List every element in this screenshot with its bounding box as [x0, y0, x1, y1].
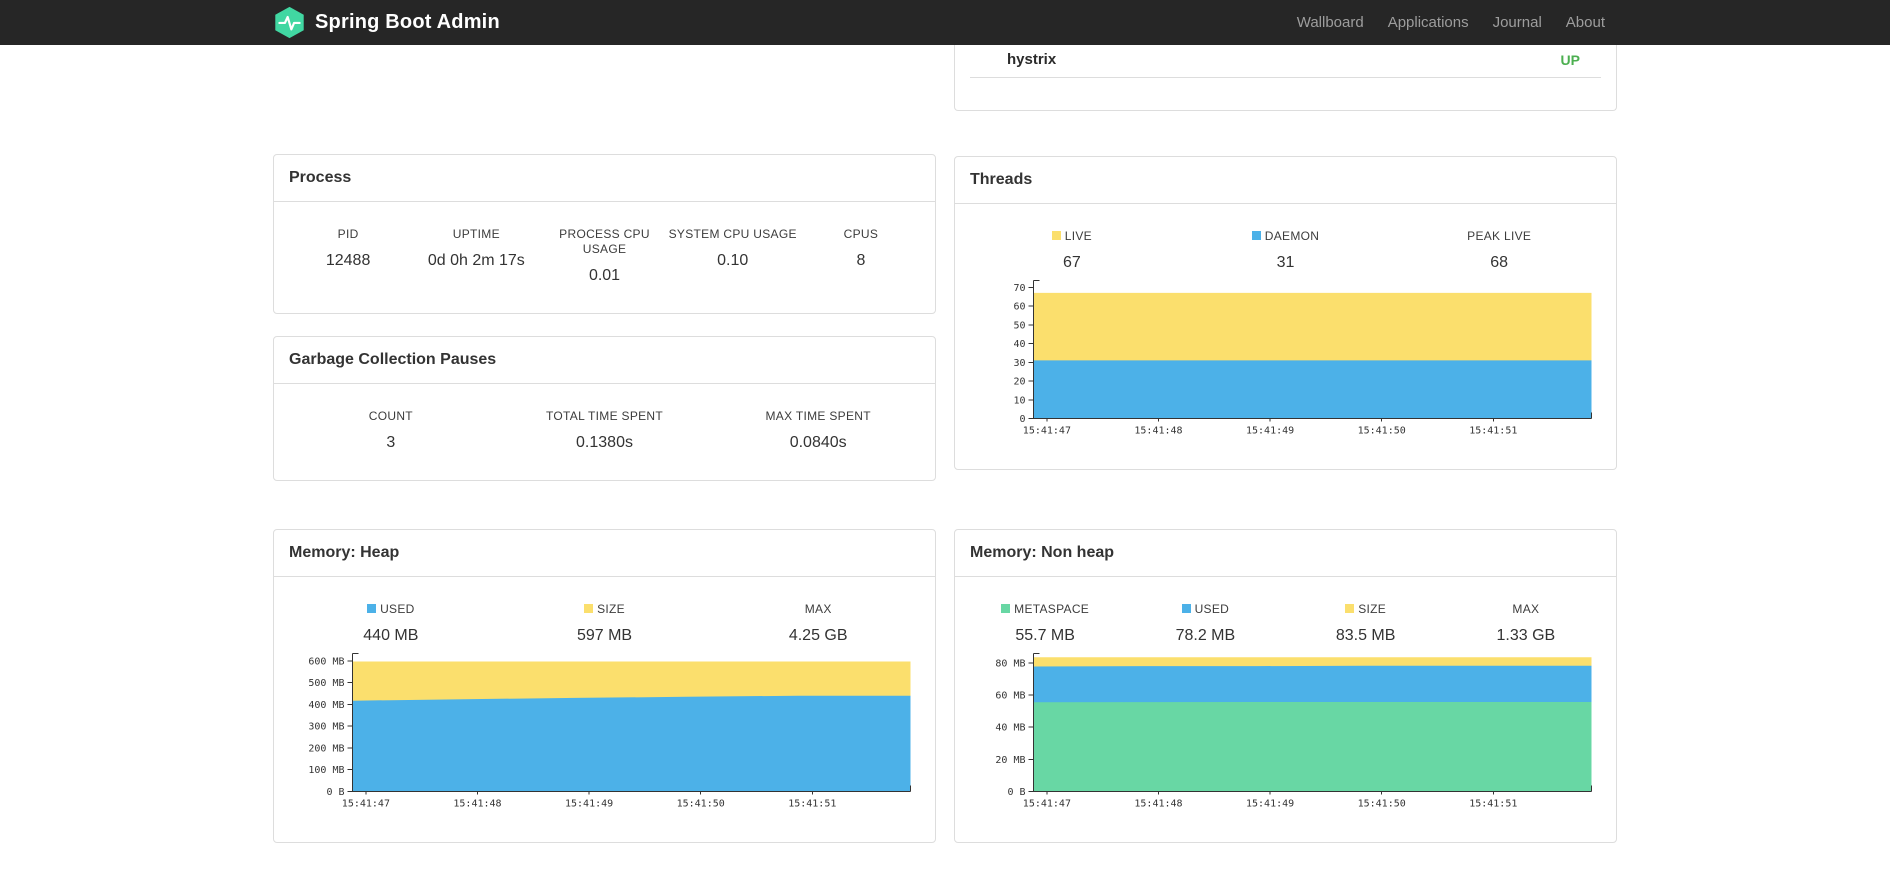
stat-system-cpu-usage: SYSTEM CPU USAGE 0.10	[668, 227, 797, 269]
legend-item-nonheap-used: USED 78.2 MB	[1175, 602, 1236, 644]
svg-text:500 MB: 500 MB	[308, 678, 344, 689]
svg-text:15:41:50: 15:41:50	[1358, 426, 1406, 437]
svg-text:15:41:49: 15:41:49	[565, 799, 613, 810]
legend-item-nonheap-max: MAX 1.33 GB	[1496, 602, 1556, 644]
svg-text:15:41:49: 15:41:49	[1246, 426, 1294, 437]
stat-process-cpu-usage: PROCESS CPU USAGE 0.01	[559, 227, 650, 284]
application-row: hystrix UP	[970, 45, 1601, 78]
legend-item-daemon: DAEMON 31	[1179, 229, 1393, 272]
memory-heap-panel: Memory: Heap USED 440 MB SIZE 597 MB MAX…	[273, 529, 936, 843]
svg-text:0 B: 0 B	[326, 787, 344, 798]
nav-item-journal[interactable]: Journal	[1481, 0, 1554, 45]
nonheap-column: Memory: Non heap METASPACE 55.7 MB USED …	[954, 529, 1617, 843]
svg-text:100 MB: 100 MB	[308, 765, 344, 776]
svg-text:15:41:47: 15:41:47	[342, 799, 390, 810]
gc-stats: COUNT 3 TOTAL TIME SPENT 0.1380s MAX TIM…	[274, 384, 935, 480]
heap-legend: USED 440 MB SIZE 597 MB MAX 4.25 GB	[274, 577, 935, 645]
spring-boot-admin-logo-icon	[275, 6, 304, 39]
svg-text:60: 60	[1013, 302, 1025, 313]
right-column: hystrix UP Threads LIVE 67 DAEMON 31 PEA…	[954, 45, 1617, 481]
svg-text:15:41:47: 15:41:47	[1023, 799, 1071, 810]
process-panel-title: Process	[274, 155, 935, 202]
process-panel: Process PID 12488 UPTIME 0d 0h 2m 17s PR…	[273, 154, 936, 314]
svg-text:20 MB: 20 MB	[995, 755, 1025, 766]
svg-text:40: 40	[1013, 339, 1025, 350]
svg-text:15:41:48: 15:41:48	[453, 799, 501, 810]
svg-text:0 B: 0 B	[1007, 787, 1025, 798]
stat-cpus: CPUS 8	[843, 227, 879, 269]
memory-nonheap-panel: Memory: Non heap METASPACE 55.7 MB USED …	[954, 529, 1617, 843]
svg-text:15:41:47: 15:41:47	[1023, 426, 1071, 437]
svg-text:300 MB: 300 MB	[308, 722, 344, 733]
application-name-link[interactable]: hystrix	[1007, 51, 1056, 68]
stat-pid: PID 12488	[325, 227, 371, 269]
svg-text:20: 20	[1013, 377, 1025, 388]
svg-text:70: 70	[1013, 283, 1025, 294]
heap-chart: 0 B 100 MB 200 MB 300 MB 400 MB 500 MB 600 MB 1…	[274, 645, 935, 842]
nav-item-applications[interactable]: Applications	[1376, 0, 1481, 45]
gc-panel-title: Garbage Collection Pauses	[274, 337, 935, 384]
svg-text:15:41:48: 15:41:48	[1134, 799, 1182, 810]
svg-text:30: 30	[1013, 358, 1025, 369]
stat-gc-max-time: MAX TIME SPENT 0.0840s	[765, 409, 871, 451]
svg-text:60 MB: 60 MB	[995, 691, 1025, 702]
svg-text:80 MB: 80 MB	[995, 658, 1025, 669]
nonheap-legend: METASPACE 55.7 MB USED 78.2 MB SIZE 83.5…	[955, 577, 1616, 645]
svg-text:400 MB: 400 MB	[308, 700, 344, 711]
legend-item-heap-used: USED 440 MB	[363, 602, 419, 644]
legend-swatch-live	[1051, 231, 1061, 240]
nonheap-panel-title: Memory: Non heap	[955, 530, 1616, 577]
stat-gc-total-time: TOTAL TIME SPENT 0.1380s	[545, 409, 664, 451]
svg-text:15:41:50: 15:41:50	[1358, 799, 1406, 810]
svg-text:15:41:51: 15:41:51	[1469, 799, 1517, 810]
legend-item-metaspace: METASPACE 55.7 MB	[965, 602, 1125, 645]
heap-panel-title: Memory: Heap	[274, 530, 935, 577]
left-column: Process PID 12488 UPTIME 0d 0h 2m 17s PR…	[273, 45, 936, 481]
process-stats: PID 12488 UPTIME 0d 0h 2m 17s PROCESS CP…	[274, 202, 935, 313]
legend-swatch-nonheap-used	[1181, 604, 1191, 613]
heap-column: Memory: Heap USED 440 MB SIZE 597 MB MAX…	[273, 529, 936, 843]
stat-gc-count: COUNT 3	[368, 409, 413, 451]
threads-legend: LIVE 67 DAEMON 31 PEAK LIVE 68	[955, 204, 1616, 272]
legend-swatch-daemon	[1251, 231, 1261, 240]
threads-panel: Threads LIVE 67 DAEMON 31 PEAK LIVE 68 0…	[954, 156, 1617, 470]
stat-uptime: UPTIME 0d 0h 2m 17s	[427, 227, 525, 269]
legend-swatch-nonheap-size	[1345, 604, 1355, 613]
svg-text:10: 10	[1013, 395, 1025, 406]
svg-text:0: 0	[1019, 414, 1025, 425]
navbar-menu: Wallboard Applications Journal About	[1285, 0, 1617, 45]
navbar: Spring Boot Admin Wallboard Applications…	[0, 0, 1890, 45]
main-content: Process PID 12488 UPTIME 0d 0h 2m 17s PR…	[258, 0, 1632, 843]
nav-item-about[interactable]: About	[1554, 0, 1617, 45]
svg-text:200 MB: 200 MB	[308, 743, 344, 754]
applications-panel-partial: hystrix UP	[954, 45, 1617, 111]
svg-text:40 MB: 40 MB	[995, 723, 1025, 734]
legend-swatch-heap-size	[584, 604, 594, 613]
nav-item-wallboard[interactable]: Wallboard	[1285, 0, 1376, 45]
legend-item-nonheap-size: SIZE 83.5 MB	[1335, 602, 1396, 644]
legend-item-live: LIVE 67	[965, 229, 1179, 272]
legend-item-heap-max: MAX 4.25 GB	[788, 602, 848, 644]
application-status-badge: UP	[1560, 51, 1580, 68]
svg-text:15:41:49: 15:41:49	[1246, 799, 1294, 810]
applications-panel-tail	[955, 78, 1616, 110]
threads-chart: 0 10 20 30 40 50 60 70 15:41:47 15:41:48 15:41:49 1…	[955, 272, 1616, 469]
svg-text:15:41:51: 15:41:51	[1469, 426, 1517, 437]
legend-swatch-metaspace	[1001, 604, 1011, 613]
brand-title: Spring Boot Admin	[315, 11, 500, 33]
threads-panel-title: Threads	[955, 157, 1616, 204]
nonheap-chart: 0 B 20 MB 40 MB 60 MB 80 MB 15:41:47 15:41:48 1…	[955, 645, 1616, 842]
legend-item-peak-live: PEAK LIVE 68	[1467, 229, 1532, 271]
legend-swatch-heap-used	[367, 604, 377, 613]
svg-text:15:41:48: 15:41:48	[1134, 426, 1182, 437]
svg-text:50: 50	[1013, 320, 1025, 331]
svg-text:15:41:50: 15:41:50	[677, 799, 725, 810]
gc-pauses-panel: Garbage Collection Pauses COUNT 3 TOTAL …	[273, 336, 936, 481]
brand-link[interactable]: Spring Boot Admin	[273, 6, 500, 39]
svg-text:15:41:51: 15:41:51	[788, 799, 836, 810]
svg-text:600 MB: 600 MB	[308, 656, 344, 667]
legend-item-heap-size: SIZE 597 MB	[576, 602, 633, 644]
